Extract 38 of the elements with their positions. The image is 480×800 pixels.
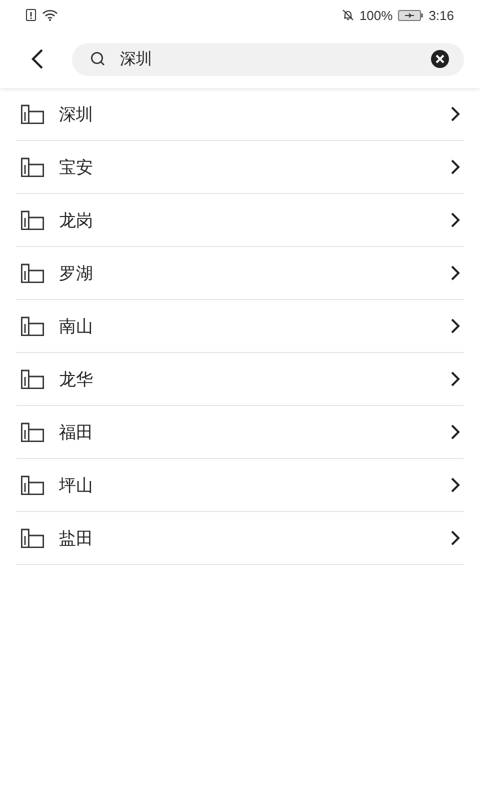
battery-icon <box>398 10 424 20</box>
muted-bell-icon <box>342 9 354 21</box>
district-item[interactable]: 深圳 <box>16 88 464 141</box>
building-icon <box>20 263 45 283</box>
clock-time: 3:16 <box>428 8 454 22</box>
search-input[interactable]: 深圳 <box>118 48 418 70</box>
chevron-right-icon <box>450 318 460 334</box>
district-item[interactable]: 龙华 <box>16 353 464 406</box>
chevron-right-icon <box>450 265 460 281</box>
building-icon <box>20 369 45 389</box>
district-item[interactable]: 龙岗 <box>16 194 464 247</box>
district-item[interactable]: 福田 <box>16 406 464 459</box>
building-icon <box>20 422 45 442</box>
district-item[interactable]: 南山 <box>16 300 464 353</box>
battery-percent: 100% <box>359 8 393 22</box>
building-icon <box>20 528 45 548</box>
chevron-right-icon <box>450 424 460 440</box>
chevron-right-icon <box>450 212 460 228</box>
district-item[interactable]: 坪山 <box>16 459 464 512</box>
clear-icon <box>430 49 450 69</box>
chevron-right-icon <box>450 106 460 122</box>
chevron-right-icon <box>450 477 460 493</box>
wifi-icon <box>42 9 58 21</box>
chevron-right-icon <box>450 371 460 387</box>
sim-alert-icon <box>26 9 36 21</box>
building-icon <box>20 104 45 124</box>
clear-button[interactable] <box>430 49 450 69</box>
building-icon <box>20 210 45 230</box>
building-icon <box>20 475 45 495</box>
building-icon <box>20 157 45 177</box>
chevron-right-icon <box>450 159 460 175</box>
search-icon <box>90 51 106 67</box>
district-item[interactable]: 盐田 <box>16 512 464 565</box>
search-field[interactable]: 深圳 <box>72 42 464 76</box>
district-item[interactable]: 宝安 <box>16 141 464 194</box>
building-icon <box>20 316 45 336</box>
chevron-right-icon <box>450 530 460 546</box>
district-item[interactable]: 罗湖 <box>16 247 464 300</box>
